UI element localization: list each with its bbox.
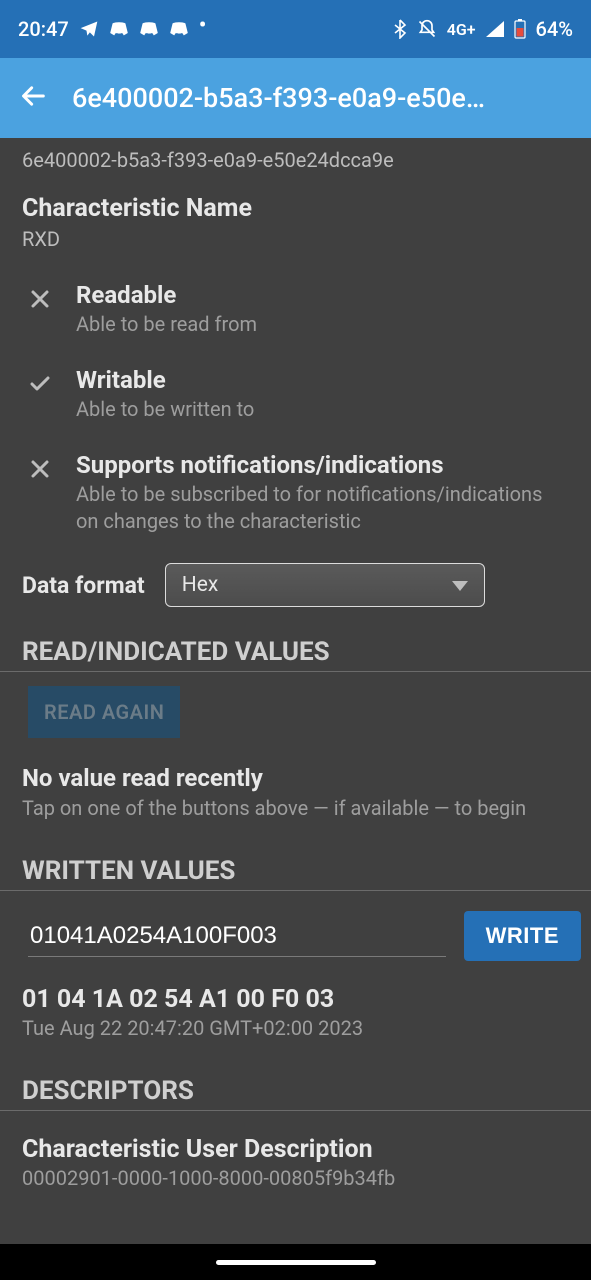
no-value-desc: Tap on one of the buttons above — if ava… [0,796,591,850]
write-button[interactable]: WRITE [464,911,581,961]
bluetooth-icon [393,19,407,39]
battery-icon [514,19,526,39]
capability-desc: Able to be written to [76,396,569,423]
home-indicator[interactable] [216,1260,376,1265]
data-format-label: Data format [22,572,145,599]
capability-desc: Able to be subscribed to for notificatio… [76,481,569,535]
write-row: WRITE [0,905,591,979]
telegram-icon [79,19,99,39]
signal-icon [486,21,504,37]
characteristic-name-value: RXD [22,227,569,251]
capability-desc: Able to be read from [76,311,569,338]
app-bar: 6e400002-b5a3-f393-e0a9-e50e… [0,58,591,138]
discord-icon [109,21,129,37]
descriptors-section-header: DESCRIPTORS [0,1070,591,1110]
status-right: 4G+ 64% [393,17,573,41]
status-left: 20:47 • [18,17,206,41]
capability-writable: Writable Able to be written to [22,366,569,423]
divider [0,890,591,891]
last-written-time: Tue Aug 22 20:47:20 GMT+02:00 2023 [0,1016,591,1070]
page-title: 6e400002-b5a3-f393-e0a9-e50e… [72,82,571,114]
characteristic-uuid: 6e400002-b5a3-f393-e0a9-e50e24dcca9e [0,138,591,194]
descriptor-title[interactable]: Characteristic User Description [0,1125,591,1166]
data-format-value: Hex [182,573,219,597]
notifications-off-icon [417,19,437,39]
last-written-value: 01 04 1A 02 54 A1 00 F0 03 [0,979,591,1016]
no-value-title: No value read recently [0,764,591,796]
nav-bar [0,1244,591,1280]
status-time: 20:47 [18,17,69,41]
written-section-header: WRITTEN VALUES [0,850,591,890]
read-section-header: READ/INDICATED VALUES [0,631,591,671]
capability-title: Readable [76,281,569,309]
read-again-button[interactable]: READ AGAIN [28,686,180,738]
content: 6e400002-b5a3-f393-e0a9-e50e24dcca9e Cha… [0,138,591,1204]
back-button[interactable] [20,82,48,114]
discord-icon [139,21,159,37]
capability-notifications: Supports notifications/indications Able … [22,451,569,535]
data-format-select[interactable]: Hex [165,563,485,607]
cross-icon [22,281,58,311]
capability-title: Writable [76,366,569,394]
write-input[interactable] [28,916,446,957]
divider [0,1110,591,1111]
discord-icon [169,21,189,37]
battery-percent: 64% [536,17,573,41]
chevron-down-icon [452,573,468,597]
capability-title: Supports notifications/indications [76,451,569,479]
divider [0,671,591,672]
data-format-row: Data format Hex [22,563,569,607]
status-bar: 20:47 • 4G+ 64% [0,0,591,58]
descriptor-uuid: 00002901-0000-1000-8000-00805f9b34fb [0,1166,591,1204]
characteristic-name-label: Characteristic Name [22,194,569,223]
network-label: 4G+ [447,20,476,39]
check-icon [22,366,58,396]
capability-readable: Readable Able to be read from [22,281,569,338]
cross-icon [22,451,58,481]
